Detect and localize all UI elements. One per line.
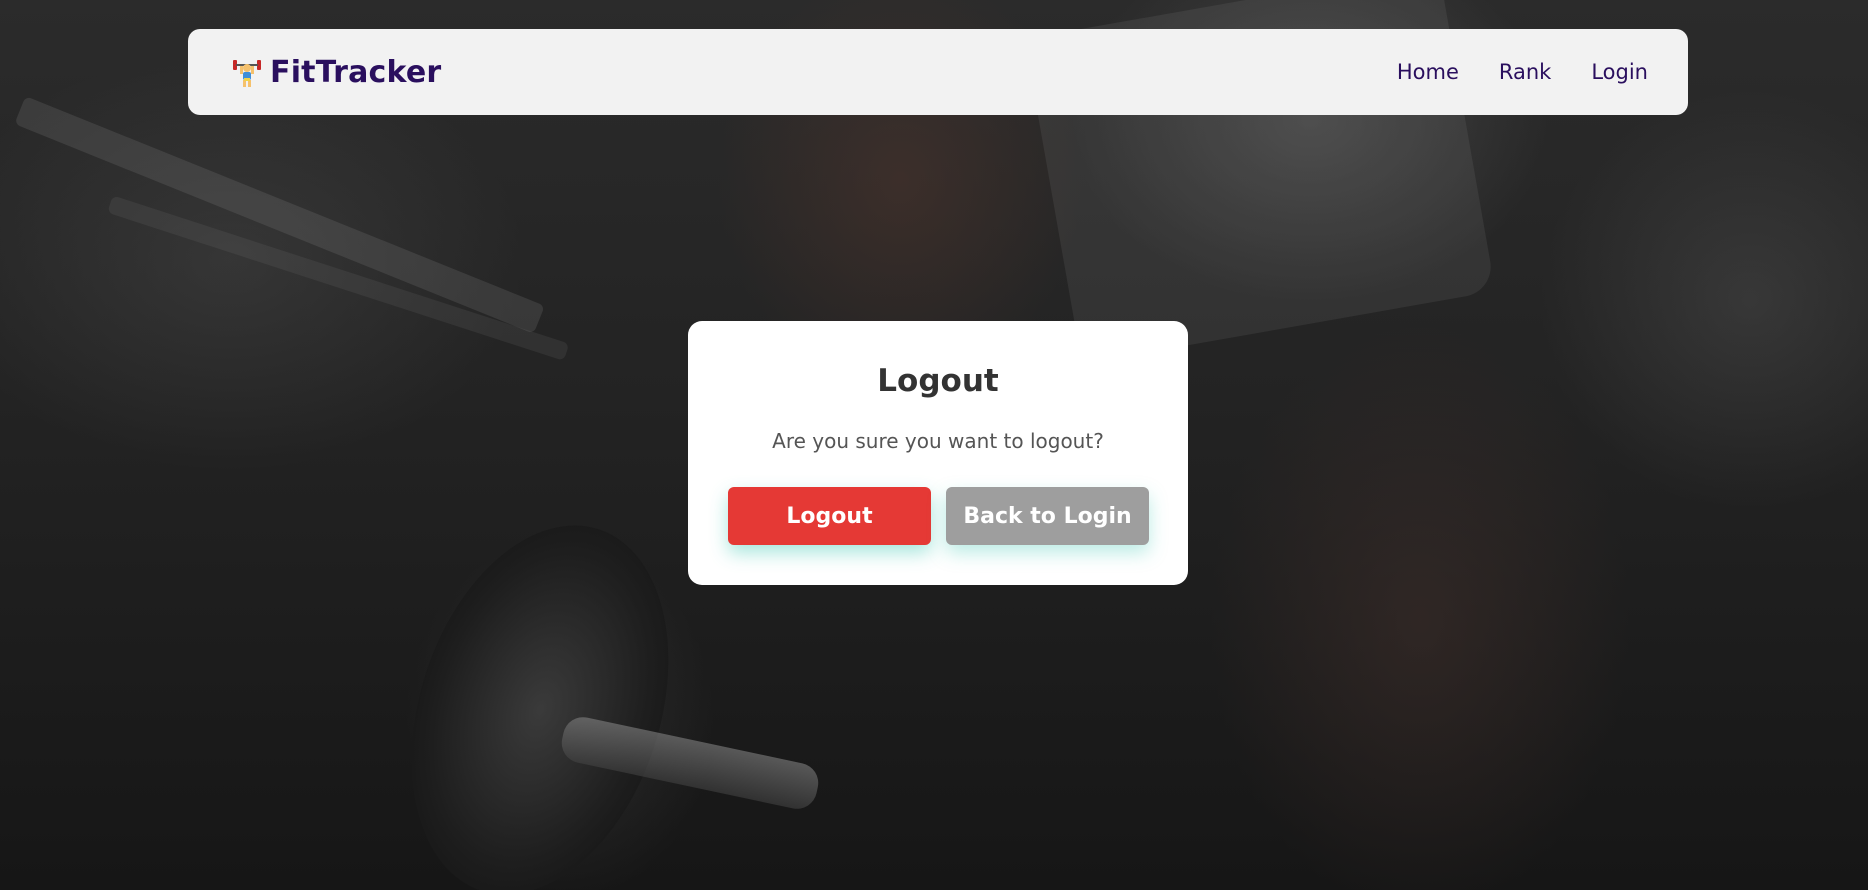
nav-link-rank[interactable]: Rank <box>1499 60 1551 84</box>
navbar: FitTracker Home Rank Login <box>188 29 1688 115</box>
dialog-message: Are you sure you want to logout? <box>772 429 1104 453</box>
back-to-login-button[interactable]: Back to Login <box>946 487 1149 545</box>
nav-link-home[interactable]: Home <box>1397 60 1459 84</box>
page: FitTracker Home Rank Login Logout Are yo… <box>0 0 1868 890</box>
logout-dialog: Logout Are you sure you want to logout? … <box>688 321 1188 585</box>
dialog-title: Logout <box>877 363 999 399</box>
background-barbell-rack <box>107 195 570 361</box>
brand-name: FitTracker <box>270 54 442 90</box>
logout-button[interactable]: Logout <box>728 487 931 545</box>
background-dumbbell-plate <box>367 492 713 890</box>
background-barbell-rack <box>14 96 545 334</box>
brand[interactable]: FitTracker <box>232 55 441 90</box>
nav-link-login[interactable]: Login <box>1591 60 1648 84</box>
weightlifter-icon <box>232 55 262 89</box>
nav-links: Home Rank Login <box>1397 60 1648 84</box>
